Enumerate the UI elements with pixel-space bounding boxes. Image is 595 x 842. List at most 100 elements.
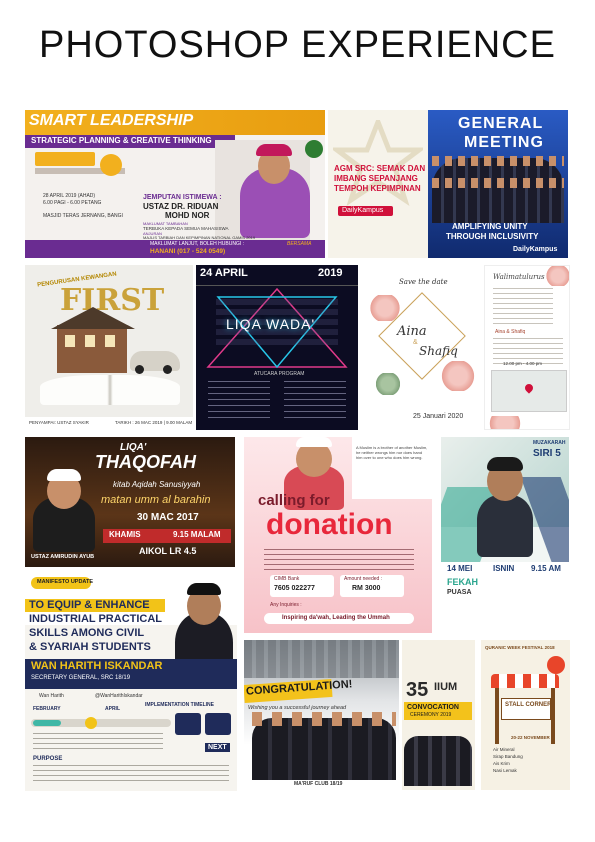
manifesto-line-2: INDUSTRIAL PRACTICAL	[29, 613, 163, 625]
aina-date: 25 Januari 2020	[413, 413, 464, 420]
smart-time: 6.00 PAGI - 6.00 PETANG	[43, 200, 102, 206]
poster-save-the-date: Save the date Aina & Shafiq 25 Januari 2…	[361, 265, 481, 430]
house-illustration	[57, 325, 127, 373]
poster-first: PENGURUSAN KEWANGAN FIRST PENYAMPAI: UST…	[25, 265, 193, 430]
donation-calling: calling for	[258, 492, 330, 509]
festival-dates: 20-22 NOVEMBER	[511, 735, 550, 740]
agm-headline-2: IMBANG SEPANJANG	[334, 174, 418, 183]
aina-name-2: Shafiq	[419, 344, 458, 358]
manifesto-purpose: PURPOSE	[33, 756, 63, 762]
poster-walimah: Walimatulurus Aina & Shafiq 12.00 pm - 4…	[484, 265, 570, 430]
agm-tagline-1: AMPLIFYING UNITY	[452, 222, 528, 231]
donation-slogan: Inspiring da'wah, Leading the Ummah	[282, 615, 390, 621]
smart-footer-tag: BERSAMA	[287, 241, 312, 247]
donation-title: donation	[266, 508, 393, 541]
liqa-title: LIQA WADA'	[226, 316, 316, 332]
agm-headline-3: TEMPOH KEPIMPINAN	[334, 184, 421, 193]
donation-cimb-label: CIMB Bank	[274, 576, 300, 582]
walimah-heading: Walimatulurus	[493, 273, 545, 281]
liqa-date-right: 2019	[318, 267, 343, 279]
graduates-photo	[252, 718, 396, 780]
convo-sub: CEREMONY 2019	[410, 712, 452, 718]
page-title: PHOTOSHOP EXPERIENCE	[39, 24, 556, 66]
congrats-wish: Wishing you a successful journey ahead	[248, 705, 347, 711]
thaqofah-time: 9.15 MALAM	[173, 530, 221, 539]
book-illustration	[40, 375, 180, 405]
poster-smart-leadership: SMART LEADERSHIP STRATEGIC PLANNING & CR…	[25, 110, 325, 258]
convo-event: CONVOCATION	[407, 704, 459, 711]
poster-thaqofah: LIQA' THAQOFAH kitab Aqidah Sanusiyyah m…	[25, 437, 235, 567]
convo-org: IIUM	[434, 681, 458, 693]
agm-source: DailyKampus	[342, 207, 384, 214]
walimah-time: 12.00 pm - 4.00 pm	[503, 361, 543, 366]
agm-footer-source: DailyKampus	[513, 246, 558, 253]
manifesto-line-3: SKILLS AMONG CIVIL	[29, 627, 145, 639]
thaqofah-speaker: USTAZ AMIRUDIN AYUB	[31, 554, 95, 560]
donation-account: 7605 022277	[274, 585, 315, 592]
donation-quote: A Muslim is a brother of another Muslim,…	[356, 445, 428, 461]
festival-stall: STALL CORNER	[505, 702, 552, 708]
manifesto-line-1: TO EQUIP & ENHANCE	[29, 599, 150, 611]
gamis-logo	[305, 140, 323, 158]
smart-date: 28 APRIL 2019 (AHAD)	[43, 193, 96, 199]
smart-contact-label: MAKLUMAT LANJUT, BOLEH HUBUNGI :	[150, 241, 244, 247]
muzakarah-subtopic: PUASA	[447, 589, 472, 596]
muzakarah-day: ISNIN	[493, 564, 515, 573]
muzakarah-photo	[477, 495, 533, 557]
first-footer-left: PENYAMPAI: USTAZ SYAKIR	[29, 420, 89, 425]
thaqofah-matan: matan umm al barahin	[101, 494, 211, 506]
poster-liqa-wada: 24 APRIL 2019 LIQA WADA' ATUCARA PROGRAM	[196, 265, 358, 430]
poster-general-meeting: AGM SRC: SEMAK DAN IMBANG SEPANJANG TEMP…	[328, 110, 568, 258]
thaqofah-kitab: kitab Aqidah Sanusiyyah	[113, 480, 201, 489]
poster-muzakarah: MUZAKARAH SIRI 5 14 MEI ISNIN 9.15 AM FE…	[441, 437, 569, 599]
liqa-program-label: ATUCARA PROGRAM	[254, 371, 305, 377]
poster-donation: A Muslim is a brother of another Muslim,…	[244, 437, 432, 633]
aina-amp: &	[413, 339, 418, 346]
manifesto-next: NEXT	[205, 743, 230, 753]
festival-item-4: Nasi Lemak	[493, 768, 517, 773]
manifesto-name: WAN HARITH ISKANDAR	[31, 660, 163, 672]
festival-title: QURANIC WEEK FESTIVAL 2018	[485, 645, 555, 650]
muzakarah-label: MUZAKARAH	[533, 440, 566, 446]
festival-item-1: Air Mineral	[493, 747, 515, 752]
donation-amount: RM 3000	[352, 585, 381, 592]
stall-awning	[491, 674, 559, 688]
manifesto-social-1: Wan Harith	[39, 693, 64, 699]
smart-subheading: STRATEGIC PLANNING & CREATIVE THINKING	[31, 136, 212, 145]
manifesto-role: SECRETARY GENERAL, SRC 18/19	[31, 675, 131, 681]
thaqofah-date: 30 MAC 2017	[137, 512, 199, 523]
first-footer-right: TARIKH : 26 MAC 2019 | 9.00 MALAM	[115, 420, 193, 425]
agm-title-2: MEETING	[464, 134, 544, 151]
smart-heading: SMART LEADERSHIP	[29, 112, 194, 129]
congrats-club: MA'RUF CLUB 18/19	[294, 781, 343, 787]
convo-number: 35	[406, 679, 429, 701]
manifesto-line-4: & SYARIAH STUDENTS	[29, 641, 151, 653]
poster-congratulation: CONGRATULATION! Wishing you a successful…	[244, 640, 475, 790]
muzakarah-time: 9.15 AM	[531, 564, 561, 573]
group-photo	[432, 158, 564, 223]
manifesto-month-1: FEBRUARY	[33, 706, 61, 712]
muzakarah-topic: FEKAH	[447, 577, 478, 587]
muzakarah-date: 14 MEI	[447, 564, 473, 573]
manifesto-month-2: APRIL	[105, 706, 120, 712]
smart-contact: HANANI (017 - 524 0549)	[150, 248, 226, 255]
aina-name-1: Aina	[397, 324, 427, 339]
donation-amount-label: Amount needed :	[344, 576, 383, 582]
poster-manifesto: MANIFESTO UPDATE TO EQUIP & ENHANCE INDU…	[25, 573, 237, 791]
thaqofah-title: THAQOFAH	[95, 452, 196, 472]
aina-save: Save the date	[399, 278, 448, 286]
smart-guest-name-2: MOHD NOR	[165, 211, 210, 220]
muzakarah-series: SIRI 5	[533, 448, 561, 459]
festival-item-2: Sirap Bandung	[493, 754, 523, 759]
poster-quranic-festival: QURANIC WEEK FESTIVAL 2018 STALL CORNER …	[481, 640, 570, 790]
agm-headline-1: AGM SRC: SEMAK DAN	[334, 164, 426, 173]
thaqofah-venue: AIKOL LR 4.5	[139, 546, 197, 556]
festival-item-3: Ais Krim	[493, 761, 510, 766]
donation-inquiries: Any Inquiries :	[270, 602, 302, 608]
smart-guest-label: JEMPUTAN ISTIMEWA :	[143, 194, 222, 201]
manifesto-social-2: @WanHarithIskandar	[95, 693, 143, 699]
thaqofah-day: KHAMIS	[109, 530, 141, 539]
liqa-date-left: 24 APRIL	[200, 267, 248, 279]
manifesto-timeline: IMPLEMENTATION TIMELINE	[145, 702, 214, 708]
smart-venue: MASJID TERAS JERNANG, BANGI	[43, 213, 123, 219]
